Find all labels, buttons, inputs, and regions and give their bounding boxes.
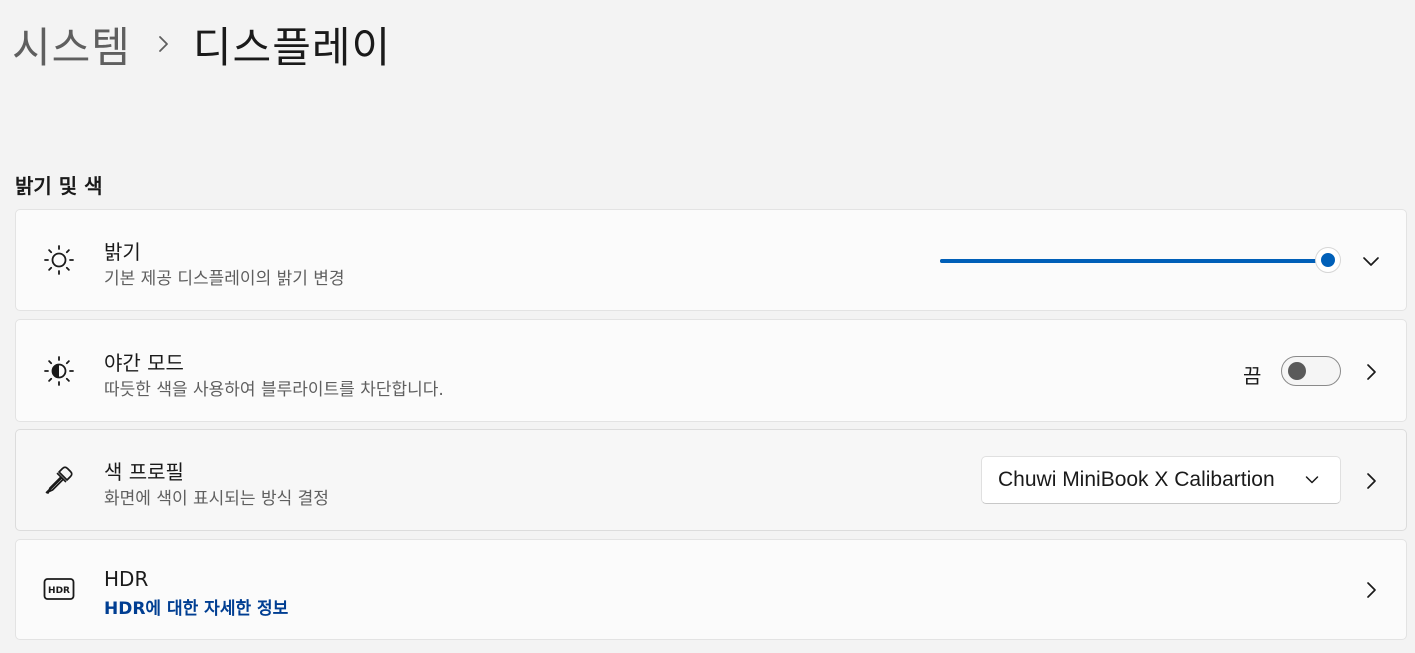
color-profile-title: 색 프로필 [104, 460, 184, 484]
slider-thumb[interactable] [1315, 247, 1341, 273]
night-light-card[interactable]: 야간 모드 따듯한 색을 사용하여 블루라이트를 차단합니다. 끔 [15, 319, 1407, 422]
svg-text:HDR: HDR [48, 586, 70, 596]
breadcrumb-parent-system[interactable]: 시스템 [12, 14, 131, 75]
hdr-card[interactable]: HDR HDR HDR에 대한 자세한 정보 [15, 539, 1407, 640]
page-title: 디스플레이 [192, 22, 392, 72]
brightness-card[interactable]: 밝기 기본 제공 디스플레이의 밝기 변경 [15, 209, 1407, 311]
chevron-right-icon[interactable] [1360, 469, 1384, 493]
brightness-subtitle: 기본 제공 디스플레이의 밝기 변경 [104, 269, 345, 289]
color-profile-subtitle: 화면에 색이 표시되는 방식 결정 [104, 489, 329, 509]
chevron-right-icon[interactable] [1360, 578, 1384, 602]
breadcrumb: 시스템 디스플레이 [12, 14, 391, 74]
hdr-title: HDR [104, 567, 149, 591]
brightness-title: 밝기 [104, 240, 141, 264]
dropdown-selected-value: Chuwi MiniBook X Calibartion [998, 468, 1275, 491]
section-title: 밝기 및 색 [15, 174, 103, 198]
night-light-toggle[interactable] [1281, 356, 1341, 386]
chevron-down-icon[interactable] [1359, 250, 1383, 274]
night-light-title: 야간 모드 [104, 351, 184, 375]
eyedropper-icon [42, 463, 76, 497]
night-light-subtitle: 따듯한 색을 사용하여 블루라이트를 차단합니다. [104, 380, 444, 400]
color-profile-card[interactable]: 색 프로필 화면에 색이 표시되는 방식 결정 Chuwi MiniBook X… [15, 429, 1407, 531]
toggle-state-label: 끔 [1243, 364, 1262, 388]
hdr-info-link[interactable]: HDR에 대한 자세한 정보 [104, 594, 288, 619]
color-profile-dropdown[interactable]: Chuwi MiniBook X Calibartion [981, 456, 1341, 504]
night-light-icon [42, 354, 76, 388]
hdr-icon: HDR [42, 572, 76, 606]
brightness-slider[interactable] [940, 247, 1341, 273]
slider-fill [940, 259, 1328, 263]
sun-icon [42, 243, 76, 277]
toggle-knob [1288, 362, 1306, 380]
chevron-right-icon[interactable] [1360, 360, 1384, 384]
chevron-right-icon [157, 34, 171, 54]
chevron-down-icon [1302, 470, 1322, 490]
